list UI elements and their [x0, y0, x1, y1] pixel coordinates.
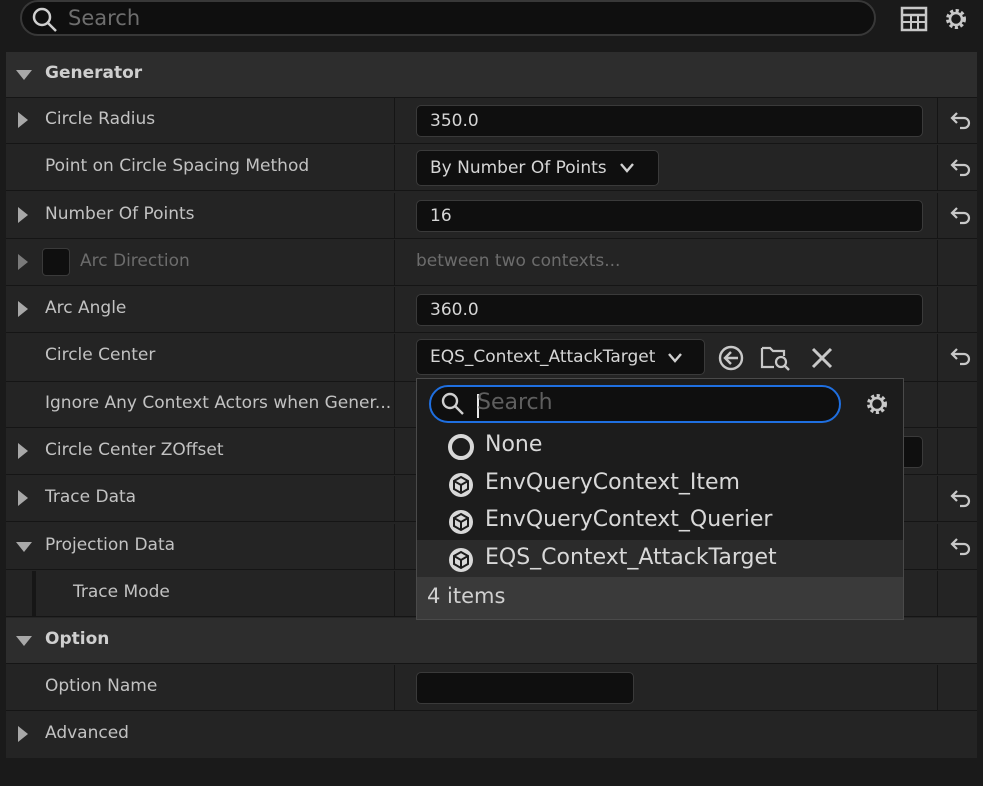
- search-icon: [441, 392, 464, 415]
- property-label: Circle Center: [45, 345, 156, 365]
- collapse-arrow-icon[interactable]: [16, 542, 32, 552]
- popup-item-none[interactable]: None: [417, 427, 903, 465]
- table-view-icon[interactable]: [900, 5, 928, 33]
- property-label: Projection Data: [45, 535, 176, 555]
- popup-item-envquerycontext-querier[interactable]: EnvQueryContext_Querier: [417, 502, 903, 540]
- collapse-arrow-icon[interactable]: [16, 70, 32, 80]
- settings-gear-icon[interactable]: [863, 390, 891, 418]
- reset-to-default-icon[interactable]: [948, 486, 972, 510]
- spacing-method-dropdown[interactable]: By Number Of Points: [416, 150, 659, 186]
- reset-to-default-icon[interactable]: [948, 344, 972, 368]
- expand-arrow-icon[interactable]: [18, 726, 28, 742]
- none-circle-icon: [448, 434, 474, 460]
- property-row-number-of-points: Number Of Points 16: [6, 193, 977, 239]
- popup-item-count: 4 items: [417, 577, 903, 619]
- arc-direction-value: between two contexts...: [416, 251, 621, 271]
- property-row-arc-direction: Arc Direction between two contexts...: [6, 240, 977, 286]
- property-label: Number Of Points: [45, 204, 195, 224]
- property-label: Advanced: [45, 723, 129, 743]
- circle-radius-input[interactable]: 350.0: [416, 105, 923, 137]
- blueprint-class-icon: [449, 473, 473, 497]
- collapse-arrow-icon[interactable]: [16, 636, 32, 646]
- expand-arrow-icon[interactable]: [18, 490, 28, 506]
- property-row-spacing-method: Point on Circle Spacing Method By Number…: [6, 145, 977, 191]
- expand-arrow-icon[interactable]: [18, 301, 28, 317]
- property-row-advanced[interactable]: Advanced: [6, 712, 977, 758]
- property-label: Trace Mode: [73, 582, 170, 602]
- property-label: Circle Center ZOffset: [45, 440, 224, 460]
- expand-arrow-icon[interactable]: [18, 443, 28, 459]
- expand-arrow-icon[interactable]: [18, 112, 28, 128]
- number-of-points-input[interactable]: 16: [416, 200, 923, 232]
- category-generator[interactable]: Generator: [6, 52, 977, 98]
- settings-gear-icon[interactable]: [942, 5, 970, 33]
- property-label: Arc Direction: [80, 251, 190, 271]
- search-placeholder: Search: [477, 390, 553, 415]
- arc-direction-checkbox[interactable]: [42, 248, 70, 276]
- popup-item-envquerycontext-item[interactable]: EnvQueryContext_Item: [417, 465, 903, 503]
- category-option[interactable]: Option: [6, 618, 977, 664]
- chevron-down-icon: [620, 163, 634, 173]
- category-label: Option: [45, 629, 110, 649]
- use-selected-arrow-icon[interactable]: [717, 344, 745, 372]
- chevron-down-icon: [668, 353, 682, 363]
- property-label: Trace Data: [45, 487, 137, 507]
- property-label: Point on Circle Spacing Method: [45, 156, 310, 176]
- reset-to-default-icon[interactable]: [948, 108, 972, 132]
- blueprint-class-icon: [449, 548, 473, 572]
- circle-center-dropdown[interactable]: EQS_Context_AttackTarget: [416, 339, 705, 375]
- category-label: Generator: [45, 63, 143, 83]
- property-label: Circle Radius: [45, 109, 156, 129]
- property-label: Ignore Any Context Actors when Gener...: [45, 393, 392, 413]
- expand-arrow-icon[interactable]: [18, 254, 28, 270]
- details-search-input[interactable]: Search: [20, 0, 876, 36]
- arc-angle-input[interactable]: 360.0: [416, 294, 923, 326]
- reset-to-default-icon[interactable]: [948, 155, 972, 179]
- property-label: Arc Angle: [45, 298, 127, 318]
- expand-arrow-icon[interactable]: [18, 207, 28, 223]
- reset-to-default-icon[interactable]: [948, 203, 972, 227]
- clear-close-icon[interactable]: [810, 346, 834, 370]
- browse-folder-icon[interactable]: [760, 342, 792, 372]
- context-picker-popup: Search None EnvQueryContext_Item EnvQuer…: [416, 378, 904, 620]
- popup-search-input[interactable]: Search: [429, 385, 841, 423]
- reset-to-default-icon[interactable]: [948, 534, 972, 558]
- property-row-arc-angle: Arc Angle 360.0: [6, 287, 977, 333]
- blueprint-class-icon: [449, 510, 473, 534]
- search-icon: [32, 7, 57, 32]
- property-row-circle-center: Circle Center EQS_Context_AttackTarget: [6, 334, 977, 382]
- popup-item-eqs-context-attacktarget[interactable]: EQS_Context_AttackTarget: [417, 540, 903, 578]
- property-label: Option Name: [45, 676, 158, 696]
- property-row-circle-radius: Circle Radius 350.0: [6, 98, 977, 144]
- search-placeholder: Search: [68, 6, 141, 30]
- option-name-input[interactable]: [416, 672, 634, 704]
- property-row-option-name: Option Name: [6, 665, 977, 711]
